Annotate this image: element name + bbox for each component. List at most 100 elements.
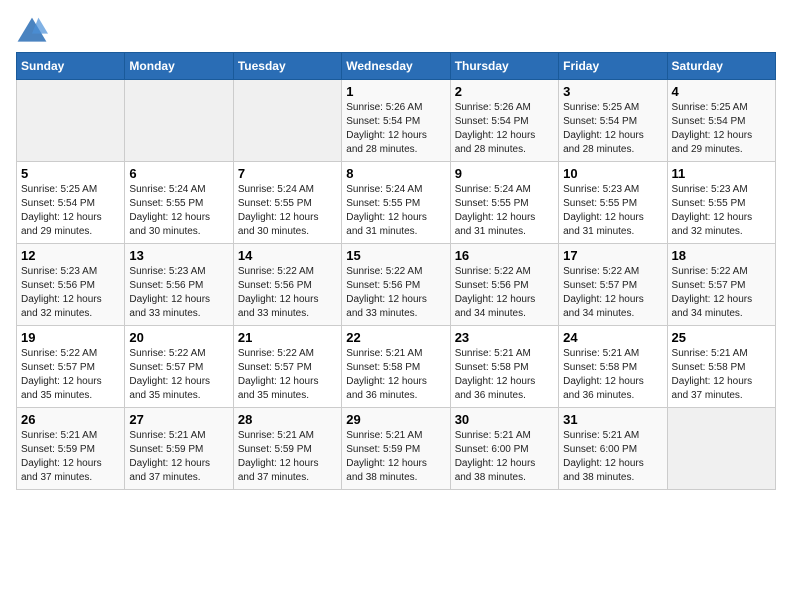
cell-date-number: 1 <box>346 84 445 99</box>
cell-date-number: 31 <box>563 412 662 427</box>
cell-sun-info: Sunrise: 5:24 AM Sunset: 5:55 PM Dayligh… <box>346 183 445 239</box>
weekday-header: Saturday <box>667 53 775 80</box>
cell-sun-info: Sunrise: 5:26 AM Sunset: 5:54 PM Dayligh… <box>455 101 554 157</box>
calendar-week-row: 1 Sunrise: 5:26 AM Sunset: 5:54 PM Daylig… <box>17 80 776 162</box>
calendar-cell <box>17 80 125 162</box>
weekday-header: Monday <box>125 53 233 80</box>
calendar-cell: 1Sunrise: 5:26 AM Sunset: 5:54 PM Daylig… <box>342 80 450 162</box>
cell-sun-info: Sunrise: 5:22 AM Sunset: 5:56 PM Dayligh… <box>455 265 554 321</box>
calendar-cell: 16Sunrise: 5:22 AM Sunset: 5:56 PM Dayli… <box>450 244 558 326</box>
calendar-cell <box>667 408 775 490</box>
calendar-week-row: 12Sunrise: 5:23 AM Sunset: 5:56 PM Dayli… <box>17 244 776 326</box>
cell-sun-info: Sunrise: 5:21 AM Sunset: 5:58 PM Dayligh… <box>672 347 771 403</box>
cell-sun-info: Sunrise: 5:22 AM Sunset: 5:57 PM Dayligh… <box>21 347 120 403</box>
cell-date-number: 9 <box>455 166 554 181</box>
calendar-cell: 10 Sunrise: 5:23 AM Sunset: 5:55 PM Dayli… <box>559 162 667 244</box>
calendar-cell: 13 Sunrise: 5:23 AM Sunset: 5:56 PM Dayli… <box>125 244 233 326</box>
cell-sun-info: Sunrise: 5:21 AM Sunset: 5:58 PM Dayligh… <box>346 347 445 403</box>
cell-date-number: 20 <box>129 330 228 345</box>
cell-sun-info: Sunrise: 5:21 AM Sunset: 6:00 PM Dayligh… <box>455 429 554 485</box>
cell-date-number: 15 <box>346 248 445 263</box>
calendar-cell: 20 Sunrise: 5:22 AM Sunset: 5:57 PM Dayli… <box>125 326 233 408</box>
cell-sun-info: Sunrise: 5:24 AM Sunset: 5:55 PM Dayligh… <box>129 183 228 239</box>
weekday-header: Tuesday <box>233 53 341 80</box>
cell-date-number: 29 <box>346 412 445 427</box>
calendar-cell: 11 Sunrise: 5:23 AM Sunset: 5:55 PM Dayli… <box>667 162 775 244</box>
calendar-cell: 18 Sunrise: 5:22 AM Sunset: 5:57 PM Dayli… <box>667 244 775 326</box>
cell-date-number: 19 <box>21 330 120 345</box>
cell-date-number: 5 <box>21 166 120 181</box>
cell-sun-info: Sunrise: 5:25 AM Sunset: 5:54 PM Dayligh… <box>672 101 771 157</box>
calendar-cell: 30 Sunrise: 5:21 AM Sunset: 6:00 PM Dayli… <box>450 408 558 490</box>
cell-sun-info: Sunrise: 5:22 AM Sunset: 5:57 PM Dayligh… <box>129 347 228 403</box>
cell-sun-info: Sunrise: 5:21 AM Sunset: 5:58 PM Dayligh… <box>455 347 554 403</box>
calendar-cell: 14 Sunrise: 5:22 AM Sunset: 5:56 PM Dayli… <box>233 244 341 326</box>
calendar-cell: 19 Sunrise: 5:22 AM Sunset: 5:57 PM Dayli… <box>17 326 125 408</box>
cell-sun-info: Sunrise: 5:21 AM Sunset: 5:59 PM Dayligh… <box>21 429 120 485</box>
calendar-cell: 3 Sunrise: 5:25 AM Sunset: 5:54 PM Daylig… <box>559 80 667 162</box>
cell-sun-info: Sunrise: 5:21 AM Sunset: 5:59 PM Dayligh… <box>346 429 445 485</box>
cell-date-number: 30 <box>455 412 554 427</box>
cell-date-number: 10 <box>563 166 662 181</box>
calendar-cell: 23 Sunrise: 5:21 AM Sunset: 5:58 PM Dayli… <box>450 326 558 408</box>
calendar-week-row: 26 Sunrise: 5:21 AM Sunset: 5:59 PM Dayli… <box>17 408 776 490</box>
cell-date-number: 28 <box>238 412 337 427</box>
cell-date-number: 24 <box>563 330 662 345</box>
calendar-cell: 22 Sunrise: 5:21 AM Sunset: 5:58 PM Dayli… <box>342 326 450 408</box>
cell-date-number: 8 <box>346 166 445 181</box>
calendar-cell: 12Sunrise: 5:23 AM Sunset: 5:56 PM Dayli… <box>17 244 125 326</box>
calendar-cell: 21Sunrise: 5:22 AM Sunset: 5:57 PM Dayli… <box>233 326 341 408</box>
cell-sun-info: Sunrise: 5:23 AM Sunset: 5:55 PM Dayligh… <box>672 183 771 239</box>
calendar-cell: 4 Sunrise: 5:25 AM Sunset: 5:54 PM Daylig… <box>667 80 775 162</box>
calendar-week-row: 5 Sunrise: 5:25 AM Sunset: 5:54 PM Daylig… <box>17 162 776 244</box>
cell-sun-info: Sunrise: 5:22 AM Sunset: 5:57 PM Dayligh… <box>563 265 662 321</box>
cell-date-number: 4 <box>672 84 771 99</box>
cell-date-number: 26 <box>21 412 120 427</box>
cell-sun-info: Sunrise: 5:23 AM Sunset: 5:56 PM Dayligh… <box>21 265 120 321</box>
cell-date-number: 6 <box>129 166 228 181</box>
cell-sun-info: Sunrise: 5:21 AM Sunset: 5:59 PM Dayligh… <box>129 429 228 485</box>
cell-date-number: 2 <box>455 84 554 99</box>
calendar-cell: 8 Sunrise: 5:24 AM Sunset: 5:55 PM Daylig… <box>342 162 450 244</box>
calendar-cell: 7 Sunrise: 5:24 AM Sunset: 5:55 PM Daylig… <box>233 162 341 244</box>
calendar-cell: 15 Sunrise: 5:22 AM Sunset: 5:56 PM Dayli… <box>342 244 450 326</box>
cell-date-number: 18 <box>672 248 771 263</box>
cell-sun-info: Sunrise: 5:23 AM Sunset: 5:55 PM Dayligh… <box>563 183 662 239</box>
cell-sun-info: Sunrise: 5:25 AM Sunset: 5:54 PM Dayligh… <box>563 101 662 157</box>
calendar-cell: 9Sunrise: 5:24 AM Sunset: 5:55 PM Daylig… <box>450 162 558 244</box>
calendar-cell: 25Sunrise: 5:21 AM Sunset: 5:58 PM Dayli… <box>667 326 775 408</box>
cell-date-number: 13 <box>129 248 228 263</box>
calendar-cell: 5 Sunrise: 5:25 AM Sunset: 5:54 PM Daylig… <box>17 162 125 244</box>
cell-sun-info: Sunrise: 5:22 AM Sunset: 5:57 PM Dayligh… <box>238 347 337 403</box>
calendar-cell: 29 Sunrise: 5:21 AM Sunset: 5:59 PM Dayli… <box>342 408 450 490</box>
cell-sun-info: Sunrise: 5:21 AM Sunset: 5:59 PM Dayligh… <box>238 429 337 485</box>
calendar-week-row: 19 Sunrise: 5:22 AM Sunset: 5:57 PM Dayli… <box>17 326 776 408</box>
cell-date-number: 3 <box>563 84 662 99</box>
cell-date-number: 22 <box>346 330 445 345</box>
calendar-cell: 27 Sunrise: 5:21 AM Sunset: 5:59 PM Dayli… <box>125 408 233 490</box>
cell-date-number: 27 <box>129 412 228 427</box>
cell-sun-info: Sunrise: 5:23 AM Sunset: 5:56 PM Dayligh… <box>129 265 228 321</box>
cell-date-number: 7 <box>238 166 337 181</box>
page-header <box>16 16 776 44</box>
cell-sun-info: Sunrise: 5:22 AM Sunset: 5:56 PM Dayligh… <box>346 265 445 321</box>
cell-sun-info: Sunrise: 5:24 AM Sunset: 5:55 PM Dayligh… <box>238 183 337 239</box>
cell-date-number: 11 <box>672 166 771 181</box>
cell-date-number: 14 <box>238 248 337 263</box>
cell-date-number: 23 <box>455 330 554 345</box>
logo <box>16 16 52 44</box>
calendar-cell: 6 Sunrise: 5:24 AM Sunset: 5:55 PM Daylig… <box>125 162 233 244</box>
calendar-cell: 24 Sunrise: 5:21 AM Sunset: 5:58 PM Dayli… <box>559 326 667 408</box>
cell-sun-info: Sunrise: 5:22 AM Sunset: 5:57 PM Dayligh… <box>672 265 771 321</box>
weekday-header: Thursday <box>450 53 558 80</box>
calendar-cell: 28 Sunrise: 5:21 AM Sunset: 5:59 PM Dayli… <box>233 408 341 490</box>
calendar-cell: 31 Sunrise: 5:21 AM Sunset: 6:00 PM Dayli… <box>559 408 667 490</box>
cell-date-number: 17 <box>563 248 662 263</box>
calendar-cell: 2 Sunrise: 5:26 AM Sunset: 5:54 PM Daylig… <box>450 80 558 162</box>
cell-sun-info: Sunrise: 5:21 AM Sunset: 5:58 PM Dayligh… <box>563 347 662 403</box>
calendar-cell <box>233 80 341 162</box>
cell-sun-info: Sunrise: 5:21 AM Sunset: 6:00 PM Dayligh… <box>563 429 662 485</box>
cell-sun-info: Sunrise: 5:25 AM Sunset: 5:54 PM Dayligh… <box>21 183 120 239</box>
cell-sun-info: Sunrise: 5:22 AM Sunset: 5:56 PM Dayligh… <box>238 265 337 321</box>
weekday-header: Sunday <box>17 53 125 80</box>
